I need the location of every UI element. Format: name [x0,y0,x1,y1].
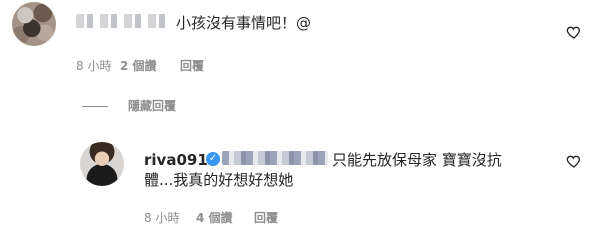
verified-badge-icon: ✓ [206,152,220,166]
comment-timestamp[interactable]: 8 小時 [76,58,111,74]
reply-avatar[interactable] [80,142,124,186]
reply-text-line2: 體...我真的好想好想她 [144,171,294,189]
comment-likes-count[interactable]: 2 個讚 [120,58,157,74]
reply-button[interactable]: 回覆 [254,210,278,226]
heart-icon[interactable] [566,153,582,169]
comment-text: 小孩沒有事情吧！@ [176,14,312,32]
commenter-avatar[interactable] [12,2,56,46]
reply-button[interactable]: 回覆 [180,58,204,74]
hide-replies-button[interactable]: 隱藏回覆 [128,98,176,114]
reply-text-line1: 只能先放保母家 寶寶沒抗 [332,151,502,169]
commenter-username-redacted[interactable] [76,14,172,28]
mentioned-username-redacted[interactable] [222,151,328,165]
reply-likes-count[interactable]: 4 個讚 [196,210,233,226]
heart-icon[interactable] [566,24,582,40]
divider-line [82,106,108,107]
reply-timestamp[interactable]: 8 小時 [144,210,179,226]
